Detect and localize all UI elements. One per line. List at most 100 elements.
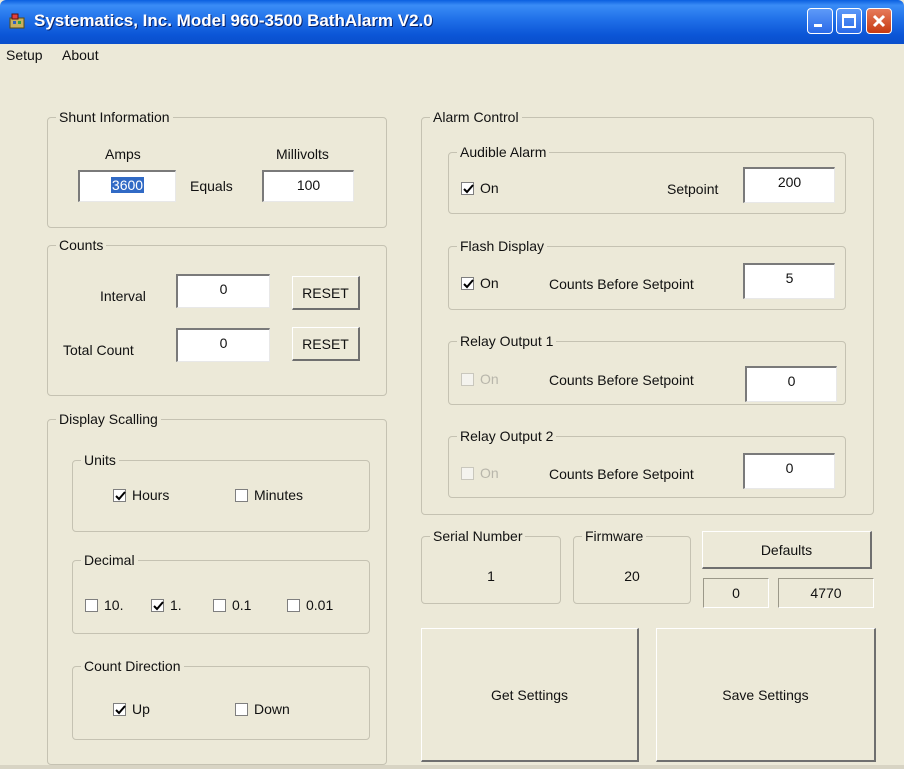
alarm-control-legend: Alarm Control bbox=[430, 109, 522, 125]
firmware-legend: Firmware bbox=[582, 528, 647, 544]
serial-number-value: 1 bbox=[487, 568, 495, 584]
reset-interval-button[interactable]: RESET bbox=[292, 276, 360, 310]
decimal-10-label: 10. bbox=[104, 597, 124, 613]
audible-on-box[interactable] bbox=[461, 182, 474, 195]
decimal-1-box[interactable] bbox=[151, 599, 164, 612]
minutes-checkbox[interactable]: Minutes bbox=[235, 487, 303, 503]
count-down-box[interactable] bbox=[235, 703, 248, 716]
relay-output-2-group: Relay Output 2 On Counts Before Setpoint… bbox=[448, 428, 846, 498]
count-down-label: Down bbox=[254, 701, 290, 717]
defaults-field-1: 0 bbox=[703, 578, 769, 608]
check-icon bbox=[463, 279, 474, 289]
counts-legend: Counts bbox=[56, 237, 107, 253]
hours-label: Hours bbox=[132, 487, 170, 503]
check-icon bbox=[115, 705, 126, 715]
count-direction-legend: Count Direction bbox=[81, 658, 184, 674]
firmware-group: Firmware 20 bbox=[573, 528, 691, 604]
relay1-cbs-input[interactable]: 0 bbox=[745, 366, 837, 402]
decimal-group: Decimal 10. 1. 0.1 0.01 bbox=[72, 552, 370, 634]
decimal-0-1-checkbox[interactable]: 0.1 bbox=[213, 597, 251, 613]
maximize-icon bbox=[842, 14, 856, 28]
total-count-input[interactable]: 0 bbox=[176, 328, 270, 362]
minutes-checkbox-box[interactable] bbox=[235, 489, 248, 502]
serial-number-legend: Serial Number bbox=[430, 528, 526, 544]
setpoint-label: Setpoint bbox=[667, 181, 719, 197]
title-bar[interactable]: Systematics, Inc. Model 960-3500 BathAla… bbox=[0, 0, 904, 44]
millivolts-label: Millivolts bbox=[276, 146, 329, 162]
audible-on-checkbox[interactable]: On bbox=[461, 180, 499, 196]
flash-on-label: On bbox=[480, 275, 499, 291]
alarm-control-group: Alarm Control Audible Alarm On Setpoint … bbox=[421, 109, 874, 515]
hours-checkbox-box[interactable] bbox=[113, 489, 126, 502]
display-scaling-group: Display Scalling Units Hours Minutes Dec… bbox=[47, 411, 387, 765]
units-legend: Units bbox=[81, 452, 119, 468]
flash-display-group: Flash Display On Counts Before Setpoint … bbox=[448, 238, 846, 310]
maximize-button[interactable] bbox=[836, 8, 862, 34]
menu-setup[interactable]: Setup bbox=[6, 47, 43, 63]
relay2-on-box bbox=[461, 467, 474, 480]
audible-alarm-group: Audible Alarm On Setpoint 200 bbox=[448, 144, 846, 214]
get-settings-button[interactable]: Get Settings bbox=[421, 628, 639, 762]
decimal-0-01-box[interactable] bbox=[287, 599, 300, 612]
relay1-on-box bbox=[461, 373, 474, 386]
flash-display-legend: Flash Display bbox=[457, 238, 548, 254]
millivolts-input[interactable]: 100 bbox=[262, 170, 354, 202]
decimal-10-box[interactable] bbox=[85, 599, 98, 612]
close-button[interactable] bbox=[866, 8, 892, 34]
flash-on-box[interactable] bbox=[461, 277, 474, 290]
equals-label: Equals bbox=[190, 178, 233, 194]
minimize-button[interactable] bbox=[807, 8, 833, 34]
relay1-on-checkbox: On bbox=[461, 371, 499, 387]
units-group: Units Hours Minutes bbox=[72, 452, 370, 532]
decimal-0-01-label: 0.01 bbox=[306, 597, 334, 613]
count-direction-group: Count Direction Up Down bbox=[72, 658, 370, 740]
display-scaling-legend: Display Scalling bbox=[56, 411, 161, 427]
relay-output-1-group: Relay Output 1 On Counts Before Setpoint… bbox=[448, 333, 846, 405]
setpoint-input[interactable]: 200 bbox=[743, 167, 835, 203]
check-icon bbox=[463, 184, 474, 194]
app-icon[interactable] bbox=[8, 12, 26, 30]
relay1-on-label: On bbox=[480, 371, 499, 387]
counts-group: Counts Interval 0 RESET Total Count 0 RE… bbox=[47, 237, 387, 396]
decimal-legend: Decimal bbox=[81, 552, 138, 568]
count-up-checkbox[interactable]: Up bbox=[113, 701, 150, 717]
decimal-10-checkbox[interactable]: 10. bbox=[85, 597, 123, 613]
defaults-field-2: 4770 bbox=[778, 578, 874, 608]
check-icon bbox=[153, 601, 164, 611]
flash-cbs-label: Counts Before Setpoint bbox=[549, 276, 694, 292]
save-settings-button[interactable]: Save Settings bbox=[656, 628, 876, 762]
relay2-cbs-label: Counts Before Setpoint bbox=[549, 466, 694, 482]
window-bottom-edge bbox=[0, 765, 904, 769]
decimal-1-label: 1. bbox=[170, 597, 182, 613]
serial-number-group: Serial Number 1 bbox=[421, 528, 561, 604]
close-icon bbox=[872, 14, 886, 28]
reset-total-button[interactable]: RESET bbox=[292, 327, 360, 361]
defaults-button[interactable]: Defaults bbox=[702, 531, 872, 569]
decimal-0-1-label: 0.1 bbox=[232, 597, 252, 613]
decimal-1-checkbox[interactable]: 1. bbox=[151, 597, 182, 613]
count-down-checkbox[interactable]: Down bbox=[235, 701, 290, 717]
audible-alarm-legend: Audible Alarm bbox=[457, 144, 550, 160]
audible-on-label: On bbox=[480, 180, 499, 196]
hours-checkbox[interactable]: Hours bbox=[113, 487, 169, 503]
relay-output-2-legend: Relay Output 2 bbox=[457, 428, 557, 444]
amps-input[interactable]: 3600 bbox=[78, 170, 176, 202]
interval-label: Interval bbox=[100, 288, 146, 304]
interval-input[interactable]: 0 bbox=[176, 274, 270, 308]
minutes-label: Minutes bbox=[254, 487, 304, 503]
count-up-box[interactable] bbox=[113, 703, 126, 716]
menu-about[interactable]: About bbox=[62, 47, 99, 63]
total-count-label: Total Count bbox=[63, 342, 134, 358]
flash-on-checkbox[interactable]: On bbox=[461, 275, 499, 291]
count-up-label: Up bbox=[132, 701, 150, 717]
amps-label: Amps bbox=[105, 146, 141, 162]
app-window: Systematics, Inc. Model 960-3500 BathAla… bbox=[0, 0, 904, 769]
flash-cbs-input[interactable]: 5 bbox=[743, 263, 835, 299]
check-icon bbox=[115, 491, 126, 501]
menu-bar: Setup About bbox=[0, 44, 904, 68]
decimal-0-1-box[interactable] bbox=[213, 599, 226, 612]
relay2-cbs-input[interactable]: 0 bbox=[743, 453, 835, 489]
decimal-0-01-checkbox[interactable]: 0.01 bbox=[287, 597, 333, 613]
window-title: Systematics, Inc. Model 960-3500 BathAla… bbox=[34, 11, 433, 30]
relay2-on-label: On bbox=[480, 465, 499, 481]
